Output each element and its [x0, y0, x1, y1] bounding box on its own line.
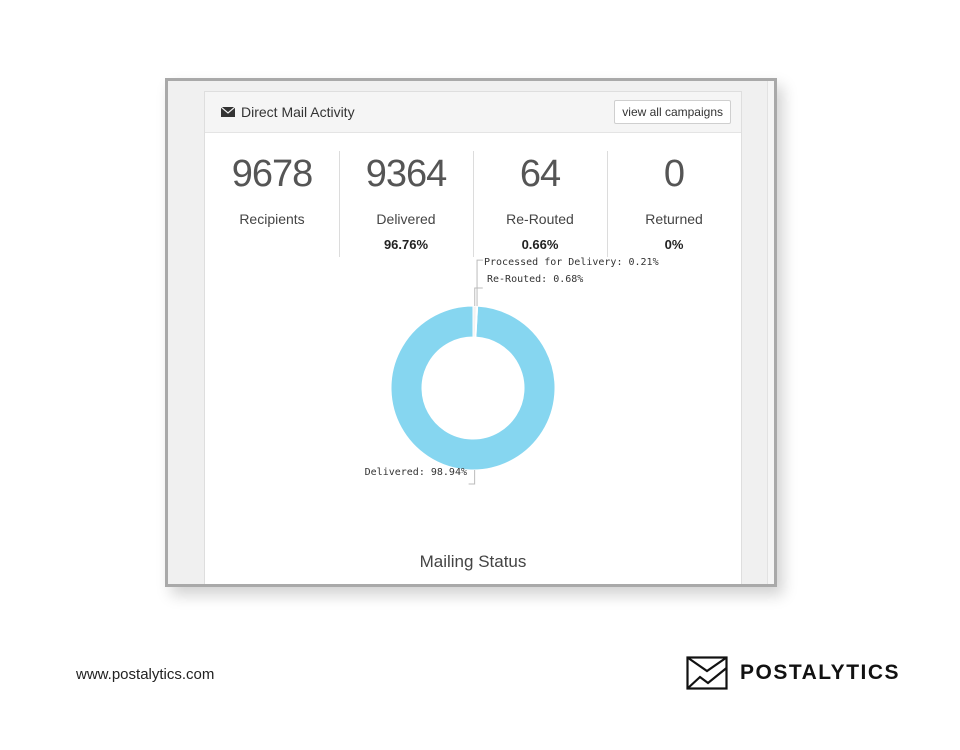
stat-percent: 0.66% [521, 237, 559, 252]
stat-value: 64 [519, 153, 561, 195]
slice-label-leader [468, 469, 476, 485]
stat-value: 0 [663, 153, 685, 195]
chart-title: Mailing Status [419, 552, 527, 571]
stat-value: 9678 [231, 153, 314, 195]
stat-value: 9364 [365, 153, 448, 195]
slice-label: Processed for Delivery: 0.21% [484, 257, 659, 268]
view-all-campaigns-button[interactable]: view all campaigns [614, 100, 731, 124]
stat-percent: 0% [664, 237, 684, 252]
stat-label: Delivered [376, 211, 436, 227]
stat-label: Recipients [239, 211, 305, 227]
donut-chart: Delivered: 98.94% Re-Routed: 0.68% Process… [365, 257, 659, 485]
footer-url[interactable]: www.postalytics.com [76, 666, 214, 683]
stat-label: Returned [645, 211, 703, 227]
stats-row: 9678 Recipients 9364 Delivered 96.76% 64… [205, 133, 741, 277]
mailing-status-chart: Delivered: 98.94% Re-Routed: 0.68% Process… [205, 257, 741, 557]
panel-header: Direct Mail Activity view all campaigns [205, 92, 741, 133]
slice-label: Re-Routed: 0.68% [487, 274, 583, 285]
screenshot-frame: Direct Mail Activity view all campaigns … [165, 78, 777, 587]
direct-mail-activity-panel: Direct Mail Activity view all campaigns … [204, 91, 742, 584]
stat-percent: 96.76% [383, 237, 429, 252]
slice-label-leader [474, 287, 483, 307]
panel-title: Direct Mail Activity [241, 104, 355, 120]
envelope-icon [221, 107, 235, 117]
brand-logo: POSTALYTICS [686, 656, 900, 690]
scrollbar-edge [767, 81, 774, 584]
slice-label-leader [476, 259, 484, 307]
brand-name: POSTALYTICS [740, 661, 901, 684]
envelope-chart-icon [686, 656, 728, 690]
panel-title-group: Direct Mail Activity [221, 104, 355, 120]
stat-label: Re-Routed [506, 211, 574, 227]
slice-label: Delivered: 98.94% [365, 467, 467, 478]
